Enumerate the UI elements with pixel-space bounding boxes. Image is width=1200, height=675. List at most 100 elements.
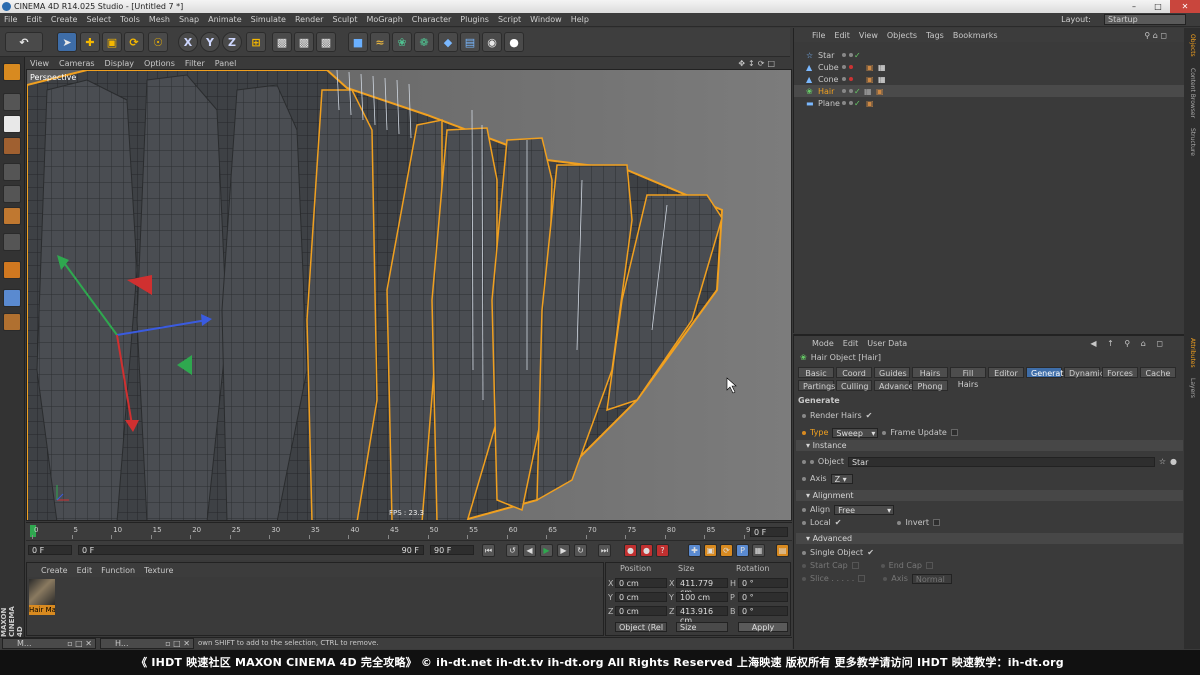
viewport-nav-icons[interactable]: ✥↕⟳□ [738, 59, 778, 68]
objects-menu-file[interactable]: File [812, 31, 825, 40]
tab-cache[interactable]: Cache [1140, 367, 1176, 378]
render-picture-viewer-button[interactable]: ▩ [294, 32, 314, 52]
tab-partings[interactable]: Partings [798, 380, 835, 391]
material-menu-edit[interactable]: Edit [77, 566, 93, 575]
menu-sculpt[interactable]: Sculpt [332, 15, 357, 24]
start-cap-checkbox[interactable] [851, 562, 859, 569]
y-axis-lock-button[interactable]: Y [200, 32, 220, 52]
objects-menu-tags[interactable]: Tags [926, 31, 944, 40]
nurbs-button[interactable]: ❀ [392, 32, 412, 52]
attributes-menu-mode[interactable]: Mode [812, 339, 834, 348]
snap-button[interactable] [3, 261, 21, 279]
close-button[interactable]: ✕ [1170, 0, 1200, 13]
timeline-window-button[interactable]: ▤ [776, 544, 789, 557]
size-y-field[interactable]: 100 cm [676, 592, 728, 602]
render-hairs-row[interactable]: Render Hairs ✔ [802, 410, 872, 421]
start-frame-field[interactable]: 0 F [28, 545, 72, 555]
3d-viewport[interactable]: Perspective FPS : 23.3 [26, 69, 792, 521]
slice-checkbox[interactable] [858, 575, 866, 582]
alignment-section-header[interactable]: ▾ Alignment [796, 490, 1183, 501]
object-row-cube[interactable]: ▲ Cube ▣ ▦ [794, 61, 1185, 73]
side-tab-layers[interactable]: Layers [1189, 378, 1196, 398]
preview-range-slider[interactable]: 0 F 90 F [78, 545, 424, 555]
viewport-menu-panel[interactable]: Panel [215, 59, 237, 68]
tab-advanced[interactable]: Advanced [874, 380, 919, 391]
advanced-section-header[interactable]: ▾ Advanced [796, 533, 1183, 544]
key-parameter-button[interactable]: P [736, 544, 749, 557]
array-button[interactable]: ❁ [414, 32, 434, 52]
light-button[interactable]: ● [504, 32, 524, 52]
polygons-mode-button[interactable] [3, 207, 21, 225]
attributes-nav-icons[interactable]: ◀ ↑ ⚲ ⌂ ◻ [1090, 339, 1167, 348]
side-tab-objects[interactable]: Objects [1189, 34, 1196, 57]
tab-coord[interactable]: Coord [836, 367, 872, 378]
attributes-menu-edit[interactable]: Edit [843, 339, 859, 348]
make-editable-button[interactable] [3, 63, 21, 81]
locked-workplane-button[interactable] [3, 313, 21, 331]
single-object-checkbox[interactable]: ✔ [867, 547, 874, 558]
move-tool-button[interactable]: ✚ [80, 32, 100, 52]
link-menu-icon[interactable]: ● [1170, 456, 1177, 467]
record-button[interactable]: ● [624, 544, 637, 557]
render-view-button[interactable]: ▩ [272, 32, 292, 52]
side-tab-content-browser[interactable]: Content Browser [1189, 68, 1196, 118]
axis-select[interactable]: Z ▾ [830, 473, 853, 484]
minimized-window-material[interactable]: M... ▫ □ ✕ [2, 638, 96, 649]
position-z-field[interactable]: 0 cm [615, 606, 667, 616]
cube-button[interactable]: ■ [348, 32, 368, 52]
end-cap-checkbox[interactable] [925, 562, 933, 569]
key-rotation-button[interactable]: ⟳ [720, 544, 733, 557]
next-frame-button[interactable]: ▶ [557, 544, 570, 557]
menu-simulate[interactable]: Simulate [251, 15, 286, 24]
z-axis-lock-button[interactable]: Z [222, 32, 242, 52]
tab-culling[interactable]: Culling [836, 380, 872, 391]
objects-menu-bookmarks[interactable]: Bookmarks [953, 31, 998, 40]
attributes-menu-user-data[interactable]: User Data [867, 339, 907, 348]
workplane-grid-button[interactable] [3, 289, 21, 307]
tab-generate[interactable]: Generate [1026, 367, 1068, 378]
object-row-plane[interactable]: ▬ Plane ✓ ▣ [794, 97, 1185, 109]
viewport-menu-cameras[interactable]: Cameras [59, 59, 95, 68]
workplane-button[interactable] [3, 137, 21, 155]
tab-hairs[interactable]: Hairs [912, 367, 948, 378]
menu-create[interactable]: Create [51, 15, 78, 24]
x-axis-lock-button[interactable]: X [178, 32, 198, 52]
objects-menu-edit[interactable]: Edit [834, 31, 850, 40]
floor-button[interactable]: ▤ [460, 32, 480, 52]
object-row-star[interactable]: ☆ Star ✓ [794, 49, 1185, 61]
menu-animate[interactable]: Animate [208, 15, 242, 24]
size-x-field[interactable]: 411.779 cm [676, 578, 728, 597]
maximize-button[interactable]: □ [1146, 0, 1170, 13]
tab-editor[interactable]: Editor [988, 367, 1024, 378]
texture-mode-button[interactable] [3, 115, 21, 133]
side-tab-attributes[interactable]: Attributes [1189, 338, 1196, 368]
slice-axis-select[interactable]: Normal [911, 573, 952, 584]
side-tab-structure[interactable]: Structure [1189, 128, 1196, 156]
tab-phong[interactable]: Phong [912, 380, 948, 391]
size-z-field[interactable]: 413.916 cm [676, 606, 728, 625]
recent-tool-button[interactable]: ☉ [148, 32, 168, 52]
hair-material-item[interactable]: Hair Ma [29, 579, 55, 617]
tab-basic[interactable]: Basic [798, 367, 834, 378]
timeline-frame-field[interactable]: 0 F [750, 527, 788, 537]
play-button[interactable]: ▶ [540, 544, 553, 557]
position-y-field[interactable]: 0 cm [615, 592, 667, 602]
material-menu-function[interactable]: Function [101, 566, 135, 575]
go-to-end-button[interactable]: ⏭ [598, 544, 611, 557]
rotation-p-field[interactable]: 0 ° [738, 592, 788, 602]
menu-tools[interactable]: Tools [120, 15, 140, 24]
size-mode-select[interactable]: Size [676, 622, 728, 632]
render-settings-button[interactable]: ▩ [316, 32, 336, 52]
tab-fill-hairs[interactable]: Fill Hairs [950, 367, 986, 389]
menu-mograph[interactable]: MoGraph [366, 15, 402, 24]
menu-snap[interactable]: Snap [179, 15, 199, 24]
menu-window[interactable]: Window [530, 15, 562, 24]
object-row-hair[interactable]: ❀ Hair ✓ ▦ ▣ [794, 85, 1185, 97]
keyframe-selection-button[interactable]: ? [656, 544, 669, 557]
position-x-field[interactable]: 0 cm [615, 578, 667, 588]
viewport-menu-filter[interactable]: Filter [185, 59, 205, 68]
menu-edit[interactable]: Edit [26, 15, 42, 24]
spline-button[interactable]: ≈ [370, 32, 390, 52]
rotate-tool-button[interactable]: ⟳ [124, 32, 144, 52]
go-to-start-button[interactable]: ⏮ [482, 544, 495, 557]
